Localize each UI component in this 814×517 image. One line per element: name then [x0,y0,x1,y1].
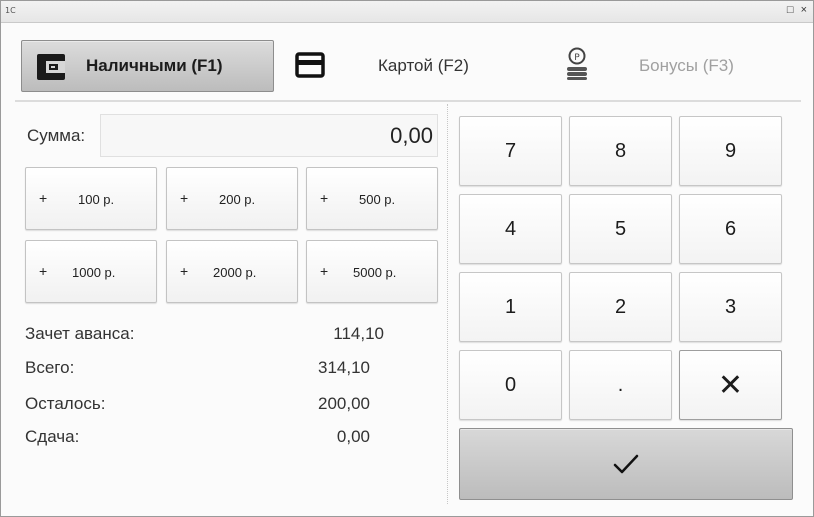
key-1[interactable]: 1 [459,272,562,342]
plus-icon: + [320,190,329,206]
advance-label: Зачет аванса: [25,324,135,343]
checkmark-icon [613,454,639,474]
key-8[interactable]: 8 [569,116,672,186]
plus-icon: + [180,263,189,279]
window-controls: □ × [783,4,807,16]
key-2[interactable]: 2 [569,272,672,342]
tab-bonus[interactable]: Р Бонусы (F3) [556,41,796,91]
total-label: Всего: [25,358,75,377]
tab-card[interactable]: Картой (F2) [291,41,521,91]
add-200-button[interactable]: + 200 р. [166,167,298,230]
title-bar: 1С □ × [1,1,813,23]
tab-divider [15,100,801,102]
sum-value: 0,00 [390,123,433,148]
svg-text:Р: Р [574,53,580,63]
panel-separator [447,104,448,504]
payment-window: 1С □ × Наличными (F1) Картой (F2) Р Бону… [0,0,814,517]
add-amount-label: 2000 р. [213,265,257,280]
sum-label: Сумма: [27,126,86,145]
add-500-button[interactable]: + 500 р. [306,167,438,230]
add-amount-label: 5000 р. [353,265,397,280]
change-value: 0,00 [336,427,370,446]
tab-card-label: Картой (F2) [378,56,469,75]
key-9[interactable]: 9 [679,116,782,186]
close-icon[interactable]: × [801,4,807,16]
add-amount-label: 200 р. [219,192,256,207]
app-logo: 1С [5,6,16,15]
add-100-button[interactable]: + 100 р. [25,167,157,230]
remaining-value: 200,00 [318,394,370,413]
wallet-icon [37,54,65,80]
confirm-payment-button[interactable] [459,428,793,500]
card-icon [295,52,325,78]
key-decimal-point[interactable]: . [569,350,672,420]
add-amount-label: 1000 р. [72,265,116,280]
add-amount-label: 100 р. [78,192,115,207]
key-0[interactable]: 0 [459,350,562,420]
plus-icon: + [180,190,189,206]
clear-icon[interactable]: ✕ [679,350,782,420]
tab-cash[interactable]: Наличными (F1) [21,40,274,92]
add-2000-button[interactable]: + 2000 р. [166,240,298,303]
remaining-label: Осталось: [25,394,106,413]
plus-icon: + [39,263,48,279]
tab-bonus-label: Бонусы (F3) [639,56,734,75]
key-5[interactable]: 5 [569,194,672,264]
add-1000-button[interactable]: + 1000 р. [25,240,157,303]
bonus-coins-icon: Р [567,47,587,80]
key-6[interactable]: 6 [679,194,782,264]
key-4[interactable]: 4 [459,194,562,264]
change-label: Сдача: [25,427,80,446]
restore-icon[interactable]: □ [787,4,794,16]
plus-icon: + [320,263,329,279]
total-value: 314,10 [318,358,370,377]
sum-input[interactable]: 0,00 [100,114,438,157]
add-amount-label: 500 р. [359,192,396,207]
add-5000-button[interactable]: + 5000 р. [306,240,438,303]
advance-value: 114,10 [333,324,384,343]
tab-cash-label: Наличными (F1) [86,56,223,75]
key-7[interactable]: 7 [459,116,562,186]
plus-icon: + [39,190,48,206]
key-3[interactable]: 3 [679,272,782,342]
